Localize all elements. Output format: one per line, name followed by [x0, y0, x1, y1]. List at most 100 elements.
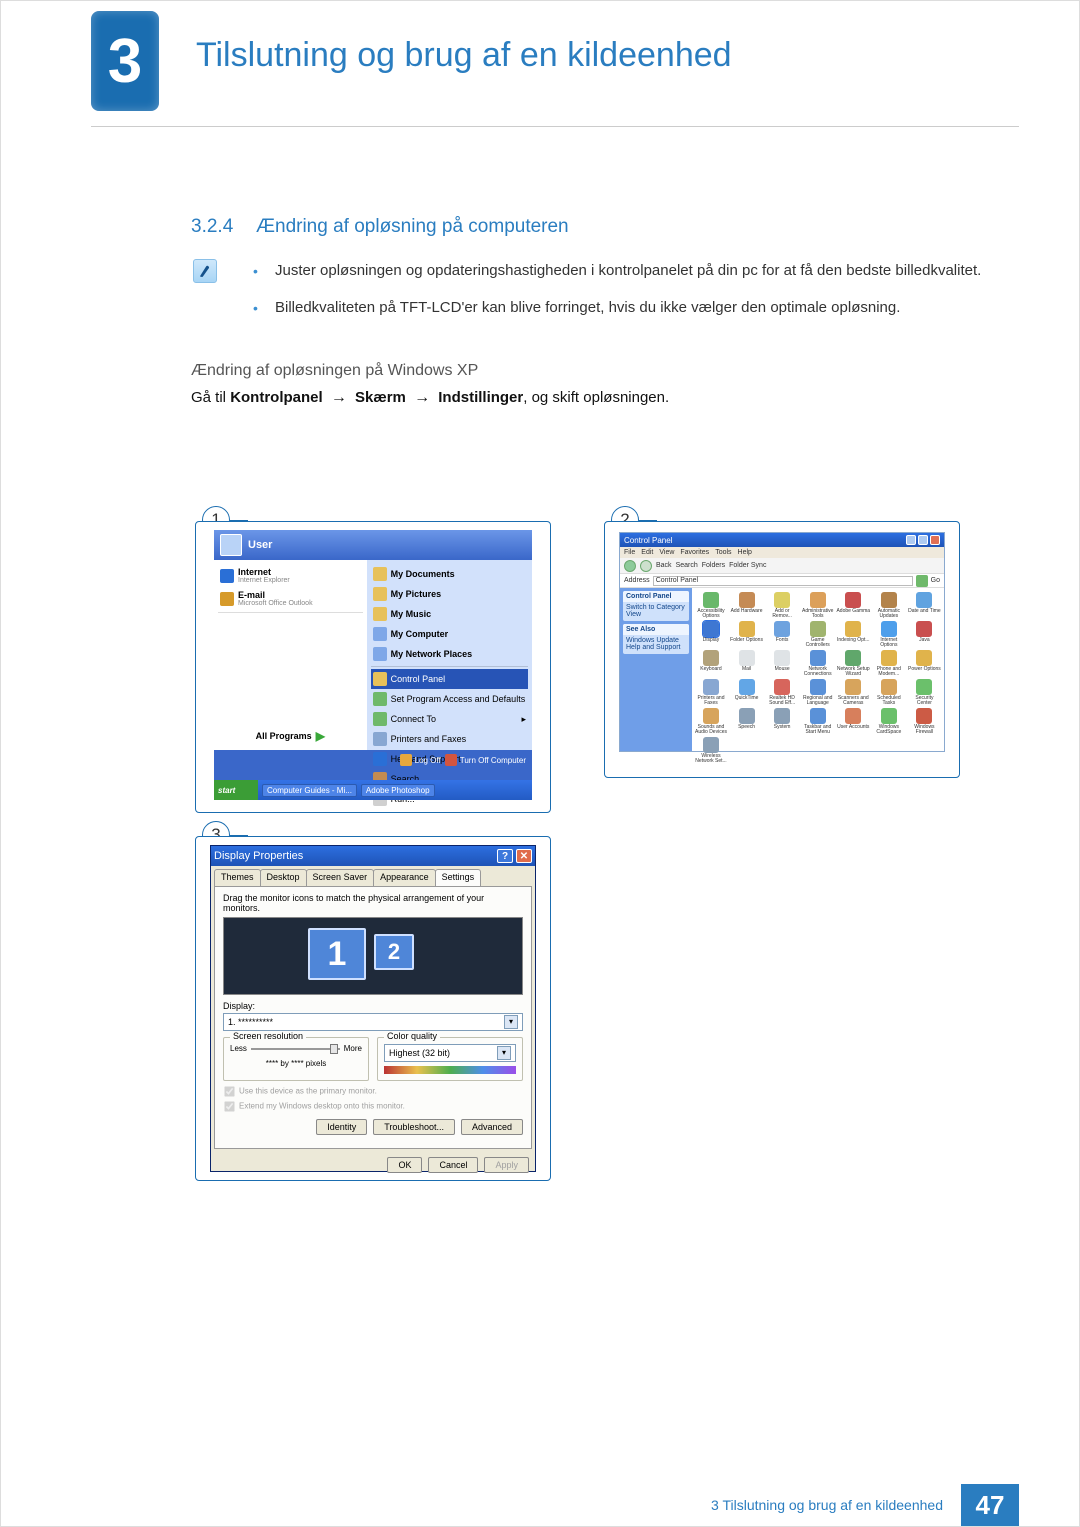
- control-panel-item[interactable]: Mouse: [765, 650, 799, 677]
- control-panel-item[interactable]: Game Controllers: [801, 621, 835, 648]
- control-panel-item[interactable]: Java: [907, 621, 941, 648]
- start-menu-item[interactable]: My Documents: [371, 564, 528, 584]
- start-menu-item[interactable]: Connect To▸: [371, 709, 528, 729]
- start-menu-item[interactable]: My Network Places: [371, 644, 528, 664]
- primary-monitor-checkbox[interactable]: Use this device as the primary monitor.: [223, 1085, 523, 1098]
- start-menu-item[interactable]: E-mailMicrosoft Office Outlook: [218, 587, 363, 610]
- resolution-slider[interactable]: Less More: [230, 1044, 362, 1053]
- control-panel-item[interactable]: Power Options: [907, 650, 941, 677]
- maximize-button[interactable]: [918, 535, 928, 545]
- menu-item[interactable]: Favorites: [680, 549, 709, 556]
- troubleshoot-button[interactable]: Troubleshoot...: [373, 1119, 455, 1135]
- control-panel-item[interactable]: QuickTime: [730, 679, 764, 706]
- start-menu-item[interactable]: My Computer: [371, 624, 528, 644]
- go-button[interactable]: [916, 575, 928, 587]
- toolbar-button[interactable]: Back: [656, 562, 672, 569]
- start-menu-item[interactable]: InternetInternet Explorer: [218, 564, 363, 587]
- control-panel-item[interactable]: Mail: [730, 650, 764, 677]
- tab-themes[interactable]: Themes: [214, 869, 261, 886]
- control-panel-item[interactable]: Add Hardware: [730, 592, 764, 619]
- menu-item[interactable]: Help: [738, 549, 752, 556]
- control-panel-item[interactable]: Phone and Modem...: [872, 650, 906, 677]
- apply-button[interactable]: Apply: [484, 1157, 529, 1173]
- toolbar-button[interactable]: Search: [676, 562, 698, 569]
- start-menu-item[interactable]: Set Program Access and Defaults: [371, 689, 528, 709]
- control-panel-item[interactable]: Fonts: [765, 621, 799, 648]
- cancel-button[interactable]: Cancel: [428, 1157, 478, 1173]
- sidebar-link[interactable]: Switch to Category View: [626, 604, 686, 618]
- control-panel-item[interactable]: Printers and Faxes: [694, 679, 728, 706]
- tab-desktop[interactable]: Desktop: [260, 869, 307, 886]
- tab-screen-saver[interactable]: Screen Saver: [306, 869, 375, 886]
- monitor-arrangement[interactable]: 1 2: [223, 917, 523, 995]
- control-panel-item-display[interactable]: Display: [694, 621, 728, 648]
- tab-settings[interactable]: Settings: [435, 869, 482, 886]
- control-panel-item[interactable]: Windows CardSpace: [872, 708, 906, 735]
- back-icon[interactable]: [624, 560, 636, 572]
- control-panel-item[interactable]: Wireless Network Set...: [694, 737, 728, 764]
- folder-icon: [373, 587, 387, 601]
- menu-item[interactable]: Tools: [715, 549, 731, 556]
- forward-icon[interactable]: [640, 560, 652, 572]
- slider-thumb[interactable]: [330, 1044, 338, 1054]
- sub-subheading: Ændring af opløsningen på Windows XP: [191, 362, 478, 380]
- control-panel-item[interactable]: Folder Options: [730, 621, 764, 648]
- control-panel-item[interactable]: Accessibility Options: [694, 592, 728, 619]
- display-select[interactable]: 1. ********** ▾: [223, 1013, 523, 1031]
- group-label: Color quality: [384, 1031, 440, 1041]
- control-panel-item[interactable]: System: [765, 708, 799, 735]
- control-panel-item[interactable]: Network Setup Wizard: [836, 650, 870, 677]
- control-panel-item[interactable]: Indexing Opt...: [836, 621, 870, 648]
- start-button[interactable]: start: [214, 780, 258, 800]
- start-menu-item[interactable]: Printers and Faxes: [371, 729, 528, 749]
- start-menu-item[interactable]: My Pictures: [371, 584, 528, 604]
- control-panel-item[interactable]: Windows Firewall: [907, 708, 941, 735]
- extend-desktop-checkbox[interactable]: Extend my Windows desktop onto this moni…: [223, 1100, 523, 1113]
- control-panel-item[interactable]: Automatic Updates: [872, 592, 906, 619]
- color-quality-select[interactable]: Highest (32 bit) ▾: [384, 1044, 516, 1062]
- control-panel-item[interactable]: Speech: [730, 708, 764, 735]
- power-icon: [445, 754, 457, 766]
- toolbar-button[interactable]: Folder Sync: [729, 562, 766, 569]
- identity-button[interactable]: Identity: [316, 1119, 367, 1135]
- control-panel-item[interactable]: Realtek HD Sound Eff...: [765, 679, 799, 706]
- control-panel-item[interactable]: Scanners and Cameras: [836, 679, 870, 706]
- monitor-1[interactable]: 1: [308, 928, 366, 980]
- address-field[interactable]: Control Panel: [653, 576, 913, 586]
- menu-item[interactable]: View: [659, 549, 674, 556]
- minimize-button[interactable]: [906, 535, 916, 545]
- control-panel-item[interactable]: Add or Remov...: [765, 592, 799, 619]
- control-panel-item[interactable]: Regional and Language: [801, 679, 835, 706]
- control-panel-item[interactable]: Security Center: [907, 679, 941, 706]
- help-button[interactable]: ?: [497, 849, 513, 863]
- control-panel-item[interactable]: Sounds and Audio Devices: [694, 708, 728, 735]
- control-panel-item[interactable]: Network Connections: [801, 650, 835, 677]
- logoff-button[interactable]: Log Off: [400, 754, 441, 766]
- tab-appearance[interactable]: Appearance: [373, 869, 436, 886]
- start-menu-item[interactable]: My Music: [371, 604, 528, 624]
- control-panel-item[interactable]: Date and Time: [907, 592, 941, 619]
- sidebar-link[interactable]: Help and Support: [626, 644, 686, 651]
- menu-item[interactable]: File: [624, 549, 635, 556]
- control-panel-item[interactable]: Scheduled Tasks: [872, 679, 906, 706]
- menu-item[interactable]: Edit: [641, 549, 653, 556]
- monitor-2[interactable]: 2: [374, 934, 414, 970]
- taskbar-item[interactable]: Adobe Photoshop: [361, 784, 435, 797]
- close-button[interactable]: [930, 535, 940, 545]
- control-panel-item[interactable]: Administrative Tools: [801, 592, 835, 619]
- control-panel-item[interactable]: User Accounts: [836, 708, 870, 735]
- close-button[interactable]: ✕: [516, 849, 532, 863]
- control-panel-item[interactable]: Taskbar and Start Menu: [801, 708, 835, 735]
- control-panel-item[interactable]: Internet Options: [872, 621, 906, 648]
- control-panel-item[interactable]: Adobe Gamma: [836, 592, 870, 619]
- control-panel-item[interactable]: Keyboard: [694, 650, 728, 677]
- all-programs-button[interactable]: All Programs ▶: [218, 726, 363, 746]
- taskbar-item[interactable]: Computer Guides - Mi...: [262, 784, 357, 797]
- advanced-button[interactable]: Advanced: [461, 1119, 523, 1135]
- folder-icon: [373, 567, 387, 581]
- ok-button[interactable]: OK: [387, 1157, 422, 1173]
- start-menu-item-control-panel[interactable]: Control Panel: [371, 669, 528, 689]
- toolbar-button[interactable]: Folders: [702, 562, 725, 569]
- sidebar-link[interactable]: Windows Update: [626, 637, 686, 644]
- turnoff-button[interactable]: Turn Off Computer: [445, 754, 526, 766]
